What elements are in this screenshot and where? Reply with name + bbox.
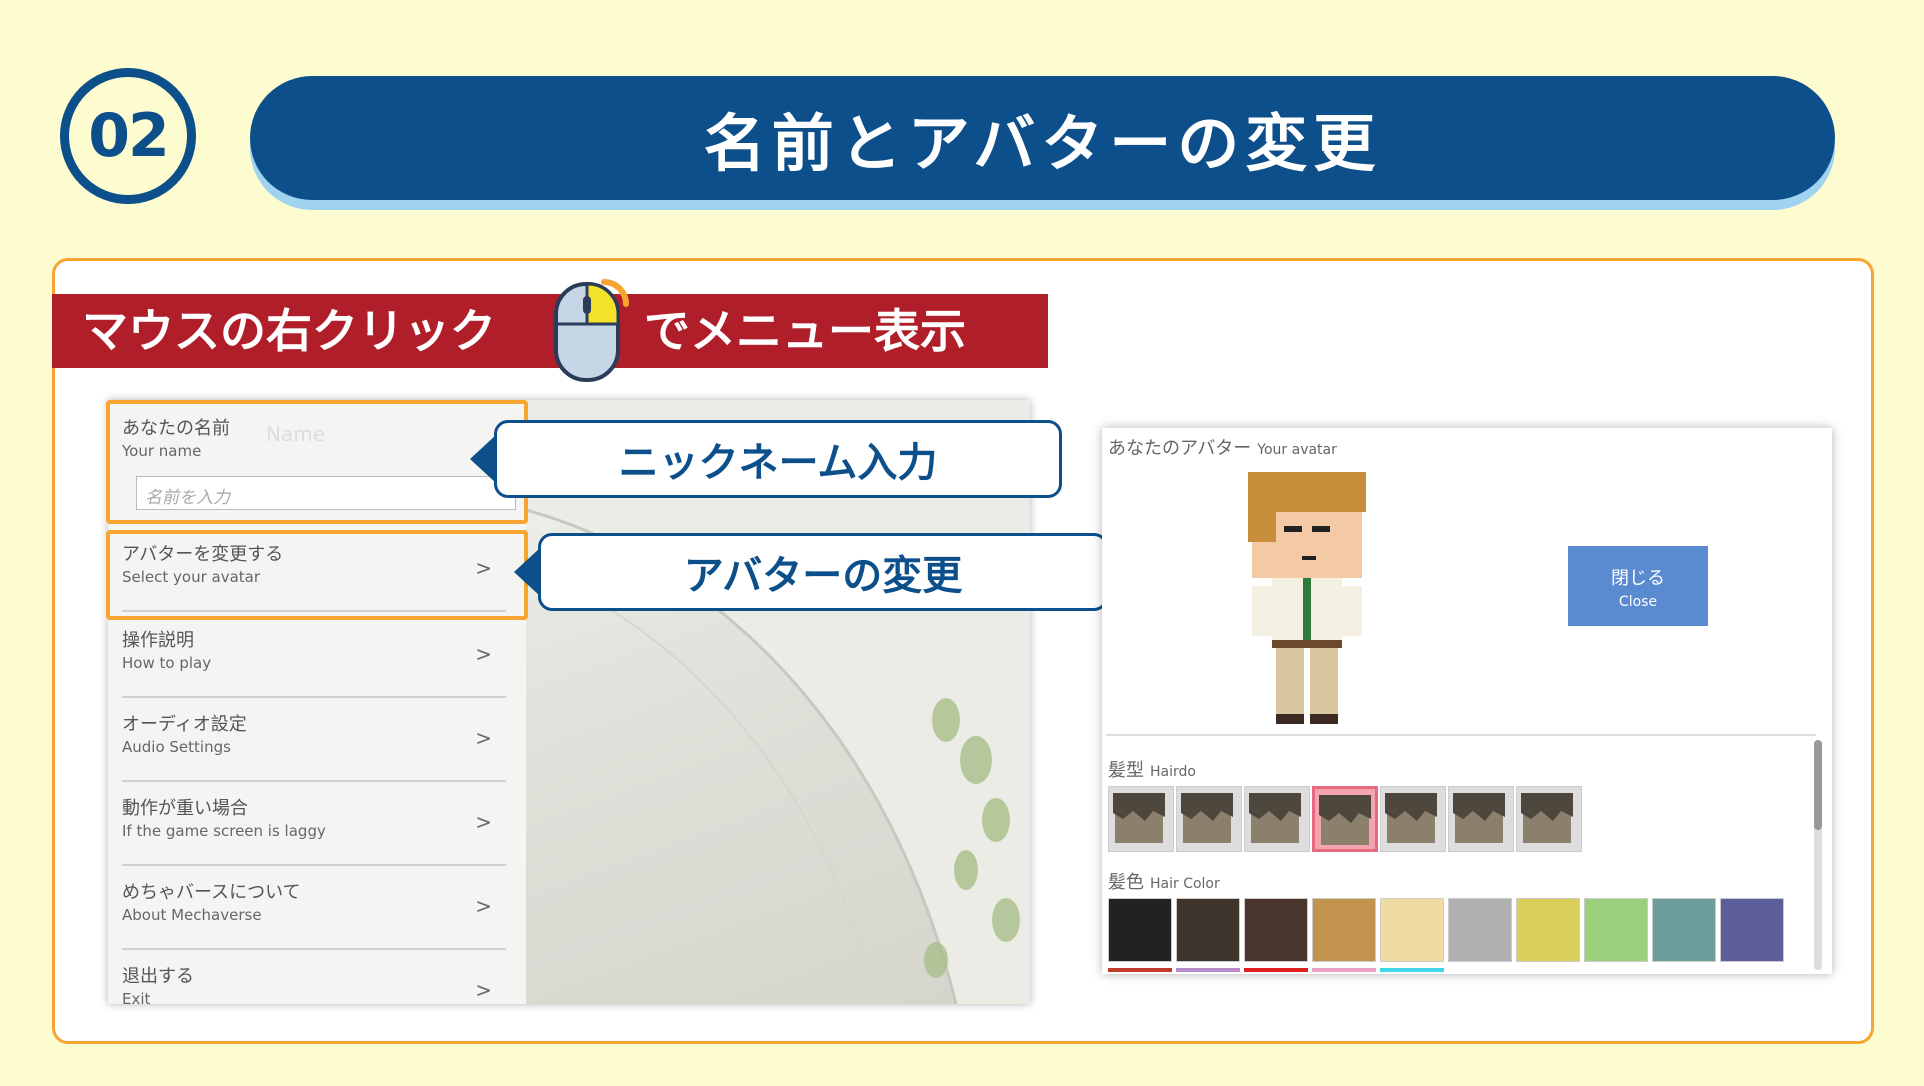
banner-text-right: でメニュー表示 bbox=[644, 304, 966, 358]
close-label-en: Close bbox=[1618, 594, 1658, 610]
callout-arrow-avatar bbox=[514, 548, 540, 596]
menu-item-label-en: If the game screen is laggy bbox=[122, 822, 326, 840]
close-button[interactable]: 閉じる Close bbox=[1568, 546, 1708, 626]
menu-item-laggy[interactable]: 動作が重い場合 If the game screen is laggy > bbox=[122, 780, 506, 866]
hairdo-swatch[interactable] bbox=[1244, 786, 1310, 852]
haircolor-swatch[interactable] bbox=[1448, 898, 1512, 962]
avatar-title-en: Your avatar bbox=[1257, 442, 1337, 458]
menu-item-label-en: Audio Settings bbox=[122, 738, 231, 756]
haircolor-swatch[interactable] bbox=[1380, 898, 1444, 962]
menu-item-label-en: About Mechaverse bbox=[122, 906, 262, 924]
menu-item-label-jp: めちゃバースについて bbox=[122, 882, 301, 903]
hairdo-swatch[interactable] bbox=[1448, 786, 1514, 852]
menu-item-label-jp: 退出する bbox=[122, 966, 194, 987]
haircolor-underline bbox=[1244, 968, 1308, 972]
menu-item-how-to-play[interactable]: 操作説明 How to play > bbox=[122, 612, 506, 698]
hairdo-label-en: Hairdo bbox=[1150, 764, 1196, 780]
hairdo-label-jp: 髪型 bbox=[1108, 760, 1144, 781]
menu-item-label-en: Exit bbox=[122, 990, 151, 1004]
menu-item-label-jp: オーディオ設定 bbox=[122, 714, 247, 735]
chevron-right-icon: > bbox=[475, 978, 492, 1002]
title-bar: 名前とアバターの変更 bbox=[250, 76, 1835, 200]
step-number: 02 bbox=[88, 101, 169, 171]
haircolor-label-jp: 髪色 bbox=[1108, 872, 1144, 893]
haircolor-swatch[interactable] bbox=[1176, 898, 1240, 962]
menu-item-about[interactable]: めちゃバースについて About Mechaverse > bbox=[122, 864, 506, 950]
haircolor-underline bbox=[1380, 968, 1444, 972]
haircolor-swatch[interactable] bbox=[1244, 898, 1308, 962]
avatar-preview-figure bbox=[1248, 472, 1366, 724]
chevron-right-icon: > bbox=[475, 810, 492, 834]
name-highlight-box bbox=[106, 400, 528, 524]
hairdo-swatch[interactable] bbox=[1516, 786, 1582, 852]
banner-text-left: マウスの右クリック bbox=[82, 304, 496, 358]
haircolor-underline bbox=[1176, 968, 1240, 972]
callout-avatar: アバターの変更 bbox=[538, 533, 1108, 611]
haircolor-underline bbox=[1312, 968, 1376, 972]
chevron-right-icon: > bbox=[475, 642, 492, 666]
instruction-banner: マウスの右クリック でメニュー表示 bbox=[52, 294, 1048, 368]
step-number-badge: 02 bbox=[60, 68, 196, 204]
haircolor-swatch[interactable] bbox=[1720, 898, 1784, 962]
close-label-jp: 閉じる bbox=[1611, 568, 1665, 589]
haircolor-swatch[interactable] bbox=[1108, 898, 1172, 962]
hairdo-swatch[interactable] bbox=[1176, 786, 1242, 852]
menu-item-label-en: How to play bbox=[122, 654, 212, 672]
hairdo-swatch[interactable] bbox=[1108, 786, 1174, 852]
haircolor-label-en: Hair Color bbox=[1150, 876, 1220, 892]
chevron-right-icon: > bbox=[475, 726, 492, 750]
haircolor-label: 髪色 Hair Color bbox=[1108, 868, 1220, 894]
options-scrollbar-thumb[interactable] bbox=[1814, 740, 1822, 830]
section-divider bbox=[1106, 734, 1816, 736]
haircolor-swatch[interactable] bbox=[1584, 898, 1648, 962]
avatar-screenshot: あなたのアバター Your avatar 閉じる Close 髪型 Hairdo 髪… bbox=[1102, 428, 1832, 974]
callout-arrow-nickname bbox=[470, 435, 496, 483]
menu-item-label-jp: 操作説明 bbox=[122, 630, 194, 651]
menu-item-label-jp: 動作が重い場合 bbox=[122, 798, 248, 819]
avatar-title-jp: あなたのアバター bbox=[1108, 438, 1252, 459]
avatar-panel-title: あなたのアバター Your avatar bbox=[1108, 434, 1337, 460]
menu-item-audio-settings[interactable]: オーディオ設定 Audio Settings > bbox=[122, 696, 506, 782]
callout-nickname: ニックネーム入力 bbox=[494, 420, 1062, 498]
mouse-right-click-icon bbox=[554, 279, 629, 382]
menu-item-exit[interactable]: 退出する Exit > bbox=[122, 948, 506, 1004]
haircolor-swatch[interactable] bbox=[1652, 898, 1716, 962]
avatar-highlight-box bbox=[106, 530, 528, 620]
page-title: 名前とアバターの変更 bbox=[703, 107, 1382, 180]
haircolor-swatch[interactable] bbox=[1516, 898, 1580, 962]
hairdo-swatch[interactable] bbox=[1380, 786, 1446, 852]
chevron-right-icon: > bbox=[475, 894, 492, 918]
haircolor-swatch[interactable] bbox=[1312, 898, 1376, 962]
hairdo-label: 髪型 Hairdo bbox=[1108, 756, 1196, 782]
haircolor-underline bbox=[1108, 968, 1172, 972]
hairdo-swatch[interactable] bbox=[1312, 786, 1378, 852]
